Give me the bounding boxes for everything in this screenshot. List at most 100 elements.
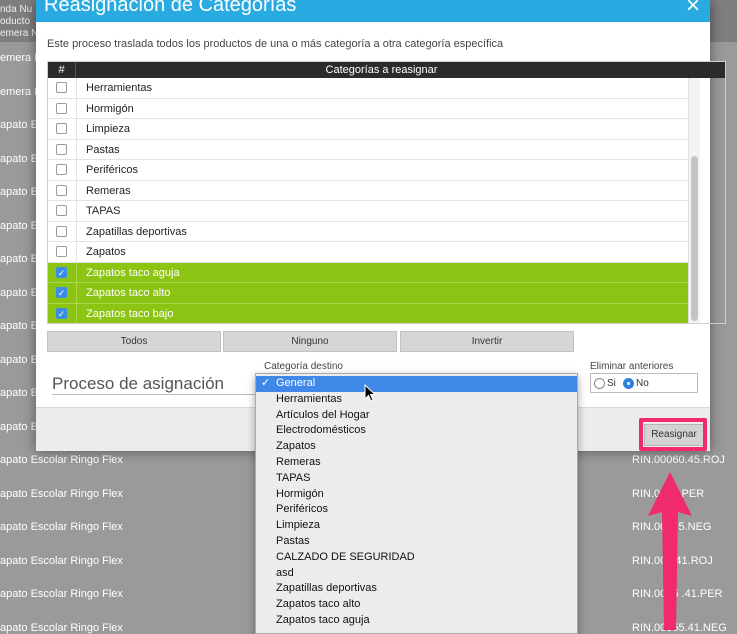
delete-no-radio[interactable] <box>623 378 634 389</box>
dropdown-option[interactable]: Periféricos <box>256 502 577 518</box>
delete-previous-radio-group: Si No <box>590 373 698 393</box>
checkbox-checked[interactable]: ✓ <box>56 307 67 319</box>
delete-yes-radio[interactable] <box>594 378 605 389</box>
background-row-name: apato Escolar Ringo Flex <box>0 554 123 567</box>
background-row-name: apato E <box>0 387 38 399</box>
process-underline <box>52 394 256 395</box>
checkbox[interactable] <box>56 123 67 134</box>
dropdown-option-label: TAPAS <box>276 471 311 484</box>
table-row[interactable]: Remeras <box>48 180 688 201</box>
table-row[interactable]: Zapatos <box>48 242 688 263</box>
category-name: Periféricos <box>86 164 138 176</box>
dropdown-option-label: General <box>276 377 316 389</box>
dropdown-option[interactable]: Hormigón <box>256 487 577 503</box>
checkbox[interactable] <box>56 225 67 237</box>
table-row[interactable]: Pastas <box>48 139 688 160</box>
reassign-highlight <box>639 418 707 451</box>
dropdown-option[interactable]: CALZADO DE SEGURIDAD <box>256 550 577 566</box>
annotation-arrow-icon <box>648 472 692 630</box>
dropdown-option[interactable]: Remeras <box>256 455 577 471</box>
checkbox-checked[interactable]: ✓ <box>56 287 67 298</box>
table-row[interactable]: Limpieza <box>48 119 688 140</box>
checkbox[interactable] <box>56 246 67 257</box>
category-name: Remeras <box>86 184 131 197</box>
background-row-name: apato E <box>0 219 38 232</box>
table-scrollbar[interactable] <box>688 78 700 323</box>
category-name: TAPAS <box>86 205 121 217</box>
dropdown-option-label: CALZADO DE SEGURIDAD <box>276 550 415 563</box>
column-divider <box>76 201 77 221</box>
destination-category-dropdown[interactable]: ▲▼ ✓GeneralHerramientasArtículos del Hog… <box>255 373 578 634</box>
table-row[interactable]: Herramientas <box>48 78 688 99</box>
dropdown-option[interactable]: Artículos del Hogar <box>256 408 577 424</box>
dropdown-option[interactable]: Zapatos <box>256 439 577 455</box>
checkbox[interactable] <box>56 82 67 93</box>
background-row-name: apato E <box>0 286 38 299</box>
category-name: Zapatos <box>86 246 126 258</box>
check-icon: ✓ <box>261 377 271 389</box>
table-row[interactable]: Periféricos <box>48 160 688 181</box>
select-none-button[interactable]: Ninguno <box>223 331 397 352</box>
dropdown-option-label: Zapatos <box>276 440 316 453</box>
checkbox-checked[interactable]: ✓ <box>56 266 67 278</box>
background-row-name: apato Escolar Ringo Flex <box>0 454 123 466</box>
dropdown-option-label: Herramientas <box>276 392 343 405</box>
table-row[interactable]: TAPAS <box>48 201 688 222</box>
destination-category-label: Categoría destino <box>264 361 343 372</box>
dropdown-option[interactable]: asd <box>256 566 577 582</box>
background-row-name: apato E <box>0 253 38 265</box>
process-title: Proceso de asignación <box>52 374 225 393</box>
table-body: Herramientas Hormigón Limpieza Pastas Perifé… <box>48 78 688 323</box>
dropdown-option[interactable]: Herramientas <box>256 392 577 408</box>
dropdown-option-label: Artículos del Hogar <box>276 408 370 421</box>
background-row-name: apato E <box>0 420 38 433</box>
background-row-code: RIN.00060.45.ROJ <box>632 454 725 466</box>
category-name: Zapatillas deportivas <box>86 225 187 238</box>
table-row[interactable]: ✓ Zapatos taco aguja <box>48 262 688 283</box>
dropdown-option[interactable]: Limpieza <box>256 518 577 534</box>
dropdown-option[interactable]: Zapatos taco alto <box>256 597 577 613</box>
background-row-name: apato E <box>0 119 38 131</box>
table-row[interactable]: ✓ Zapatos taco bajo <box>48 303 688 323</box>
dropdown-option[interactable]: ✓ General <box>256 376 577 392</box>
checkbox[interactable] <box>56 205 67 216</box>
column-header-number: # <box>48 62 76 78</box>
modal-description: Este proceso traslada todos los producto… <box>47 38 504 50</box>
invert-selection-button[interactable]: Invertir <box>400 331 574 352</box>
dropdown-option[interactable]: Zapatillas deportivas <box>256 581 577 597</box>
table-header: # Categorías a reasignar <box>48 62 725 78</box>
checkbox[interactable] <box>56 184 67 196</box>
dropdown-option-label: Zapatillas deportivas <box>276 582 377 595</box>
dropdown-option[interactable]: Electrodomésticos <box>256 423 577 439</box>
background-row-name: apato Escolar Ringo Flex <box>0 621 123 634</box>
dropdown-option-label: Periféricos <box>276 503 328 516</box>
category-name: Herramientas <box>86 82 153 94</box>
bg-header-line: nda Nu <box>0 4 33 15</box>
bg-header-line: oducto <box>0 16 31 27</box>
dropdown-option[interactable]: TAPAS <box>256 471 577 487</box>
category-name: Zapatos taco bajo <box>86 307 174 320</box>
select-all-button[interactable]: Todos <box>47 331 221 352</box>
close-icon[interactable]: × <box>682 0 704 20</box>
background-row-name: apato Escolar Ringo Flex <box>0 588 123 600</box>
column-divider <box>76 180 77 200</box>
column-divider <box>76 303 77 323</box>
category-name: Limpieza <box>86 123 131 135</box>
dropdown-option[interactable]: Zapatos taco aguja <box>256 613 577 629</box>
background-row-name: apato Escolar Ringo Flex <box>0 521 123 533</box>
checkbox[interactable] <box>56 143 67 155</box>
dropdown-option-label: Pastas <box>276 535 310 547</box>
dropdown-option-label: Hormigón <box>276 487 324 500</box>
checkbox[interactable] <box>56 102 67 114</box>
table-row[interactable]: ✓ Zapatos taco alto <box>48 283 688 304</box>
dropdown-option-label: Remeras <box>276 456 321 468</box>
checkbox[interactable] <box>56 164 67 175</box>
column-divider <box>76 262 77 282</box>
modal-title: Reasignación de Categorías <box>44 0 297 16</box>
scrollbar-thumb[interactable] <box>691 156 698 321</box>
category-name: Zapatos taco aguja <box>86 266 180 279</box>
delete-yes-label: Si <box>607 378 616 389</box>
dropdown-option[interactable]: Pastas <box>256 534 577 550</box>
table-row[interactable]: Hormigón <box>48 98 688 119</box>
table-row[interactable]: Zapatillas deportivas <box>48 221 688 242</box>
